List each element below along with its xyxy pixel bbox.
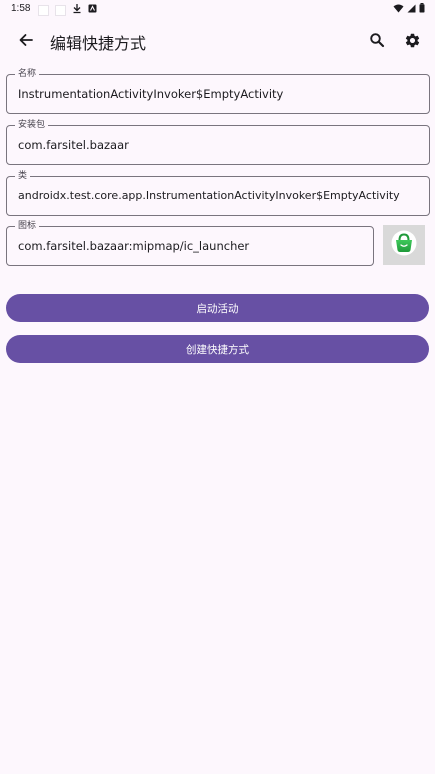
app-notification-icon [88, 4, 97, 16]
signal-icon [407, 4, 416, 16]
status-time: 1:58 [11, 3, 31, 14]
settings-button[interactable] [398, 28, 426, 56]
wifi-icon [393, 4, 404, 16]
page-title: 编辑快捷方式 [50, 34, 147, 53]
create-shortcut-button[interactable]: 创建快捷方式 [6, 335, 429, 363]
name-field-label: 名称 [15, 68, 40, 80]
class-field-value: androidx.test.core.app.InstrumentationAc… [18, 189, 400, 202]
launch-activity-button[interactable]: 启动活动 [6, 294, 429, 322]
package-field-label: 安装包 [15, 119, 49, 131]
arrow-left-icon [18, 32, 34, 52]
status-system-icons [393, 3, 425, 16]
package-field-value: com.farsitel.bazaar [18, 138, 129, 152]
package-field[interactable]: 安装包 com.farsitel.bazaar [6, 119, 430, 165]
search-button[interactable] [363, 28, 391, 56]
class-field-label: 类 [15, 170, 31, 182]
battery-icon [419, 3, 425, 16]
name-field-value: InstrumentationActivityInvoker$EmptyActi… [18, 87, 284, 101]
blank-notification-icon [38, 4, 49, 16]
name-field[interactable]: 名称 InstrumentationActivityInvoker$EmptyA… [6, 68, 430, 114]
icon-field-label: 图标 [15, 220, 40, 232]
status-bar: 1:58 [0, 0, 435, 20]
icon-preview-button[interactable] [383, 225, 425, 265]
icon-field[interactable]: 图标 com.farsitel.bazaar:mipmap/ic_launche… [6, 220, 374, 266]
download-icon [72, 3, 82, 17]
blank-notification-icon [55, 4, 66, 16]
icon-field-value: com.farsitel.bazaar:mipmap/ic_launcher [18, 239, 250, 253]
shopping-bag-icon [391, 230, 417, 260]
app-bar: 编辑快捷方式 [0, 20, 435, 64]
class-field[interactable]: 类 androidx.test.core.app.Instrumentation… [6, 170, 430, 216]
gear-icon [404, 32, 421, 53]
status-notification-icons [38, 3, 97, 17]
search-icon [369, 32, 385, 52]
back-button[interactable] [12, 28, 40, 56]
